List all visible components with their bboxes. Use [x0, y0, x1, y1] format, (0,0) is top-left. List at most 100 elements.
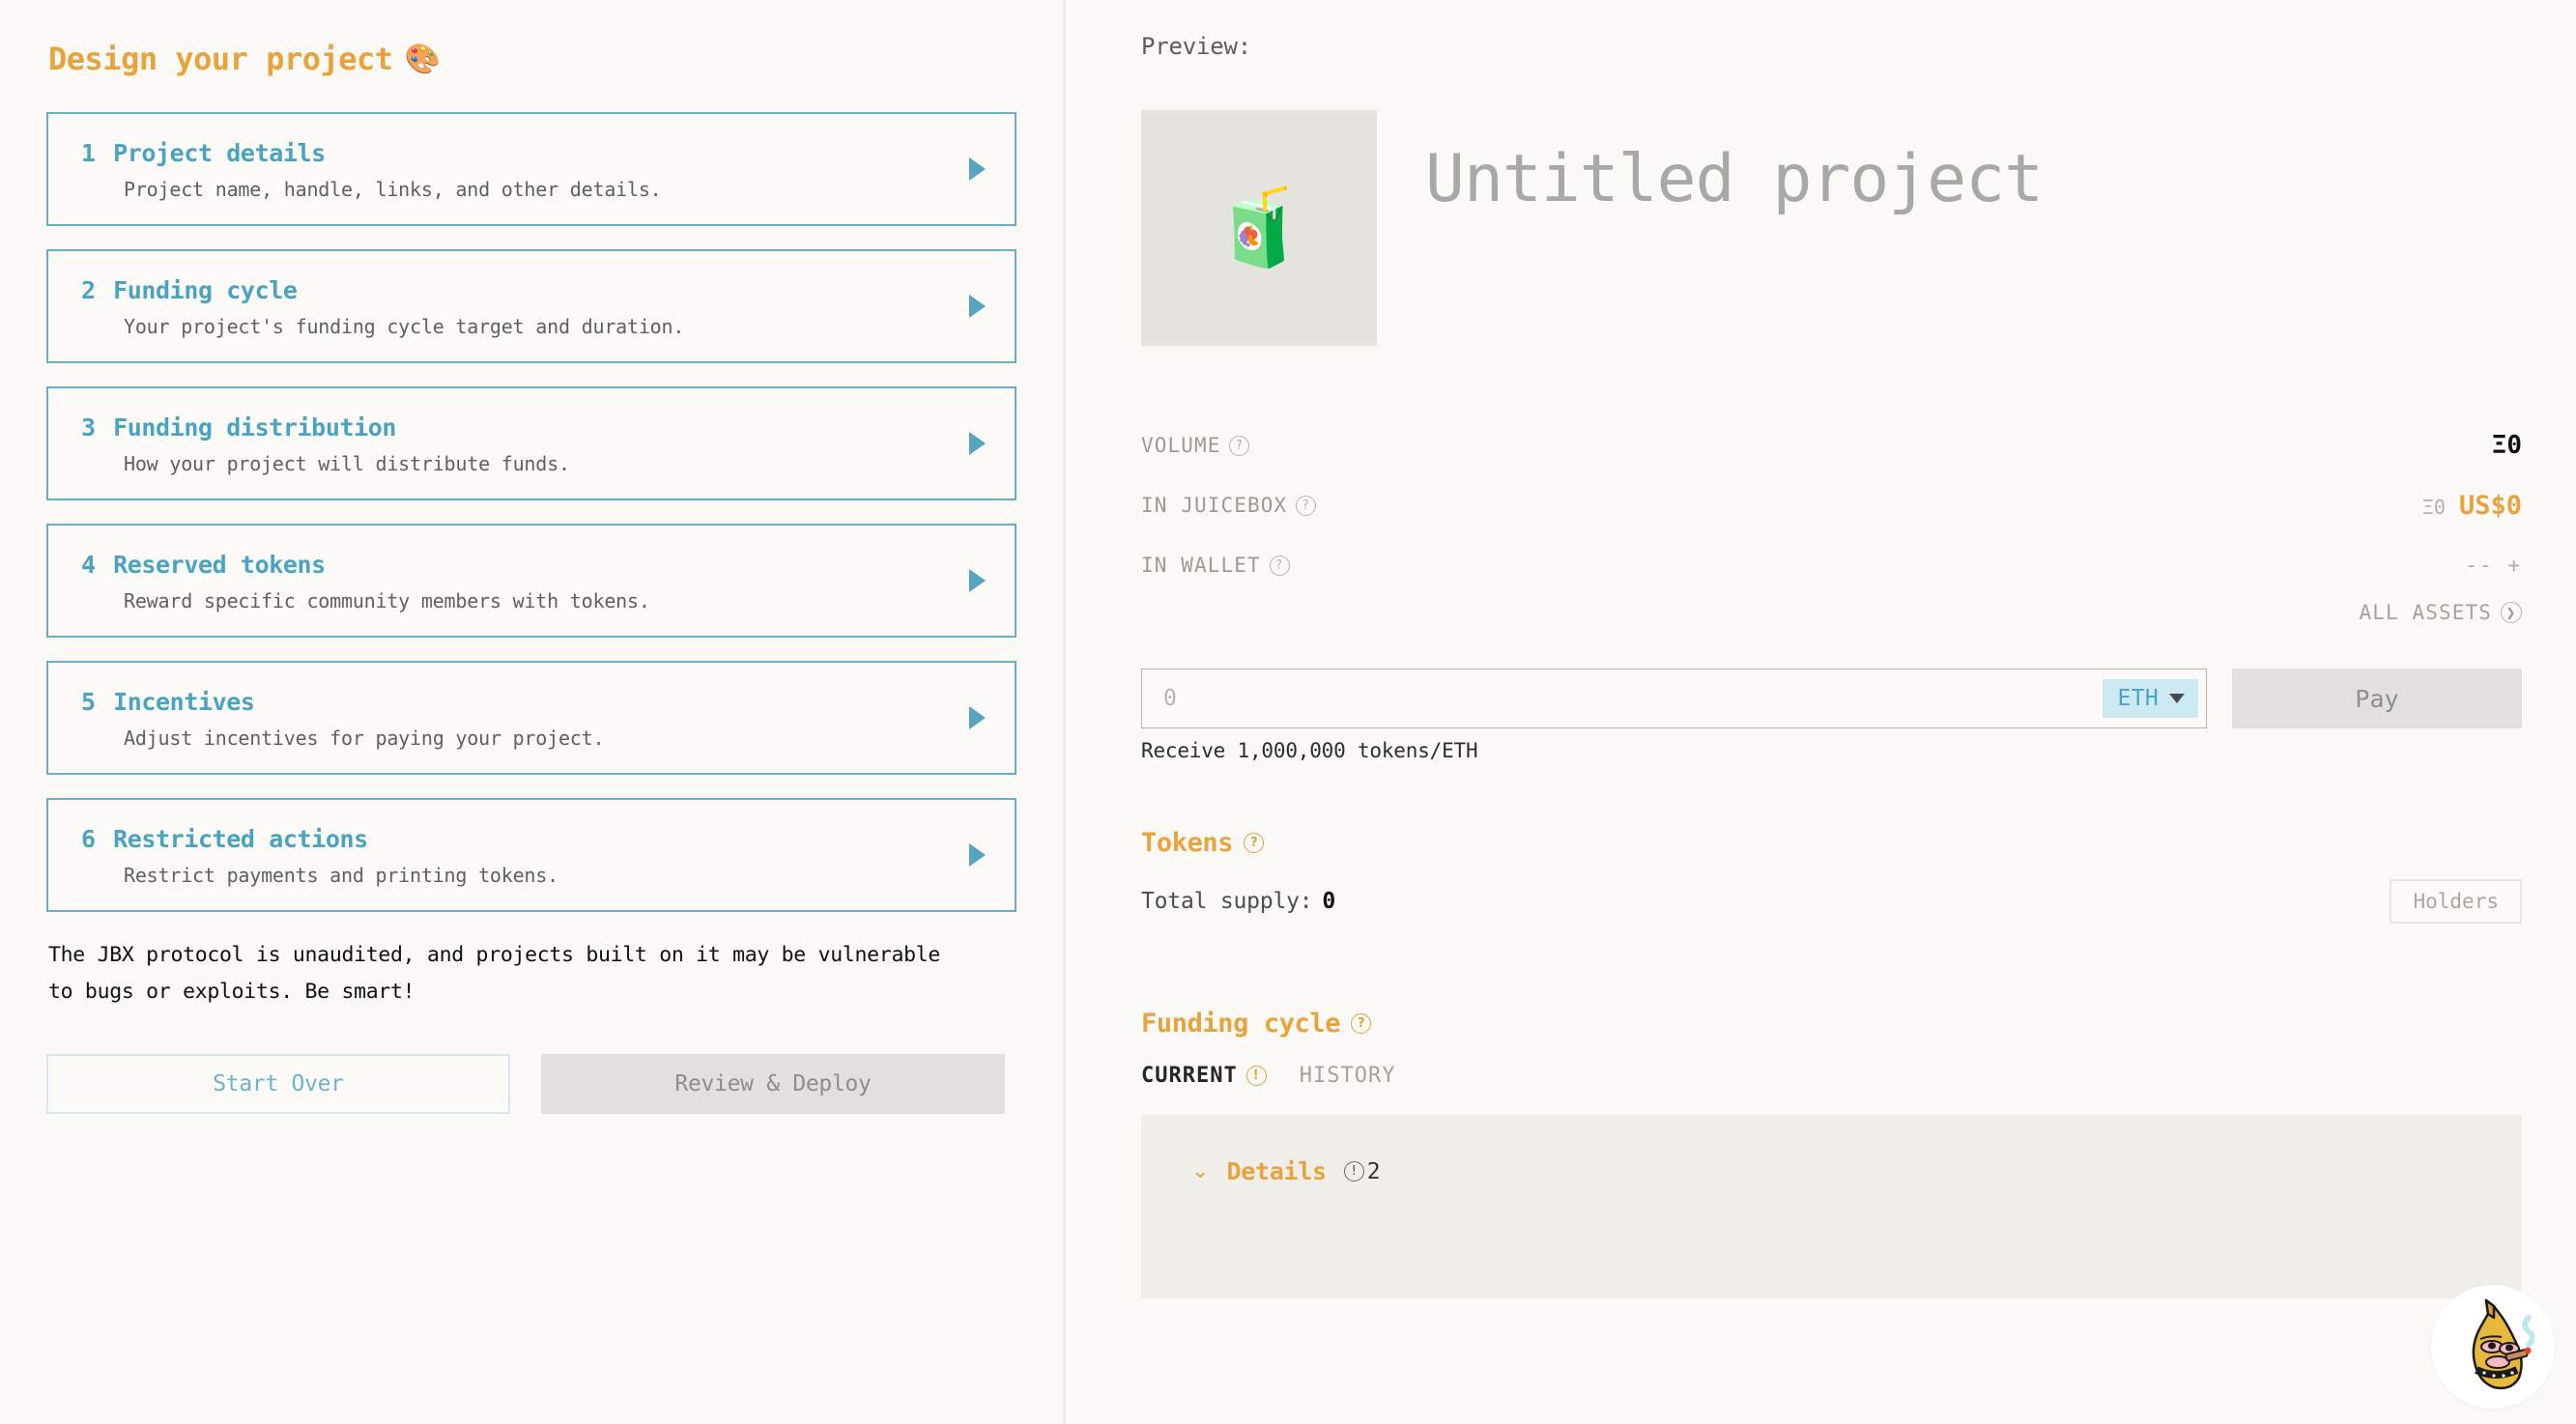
preview-label: Preview: [1141, 33, 1251, 60]
funding-cycle-tabs: CURRENT ! HISTORY [1141, 1064, 2522, 1088]
palette-icon: 🎨 [404, 42, 441, 76]
step-description: Restrict payments and printing tokens. [124, 864, 558, 887]
step-number: 4 [81, 551, 97, 579]
page-title: Design your project 🎨 [48, 41, 1016, 77]
step-card-project-details[interactable]: 1 Project details Project name, handle, … [46, 112, 1016, 226]
step-card-reserved-tokens[interactable]: 4 Reserved tokens Reward specific commun… [46, 524, 1016, 638]
help-icon[interactable]: ? [1229, 435, 1250, 456]
funding-cycle-heading-text: Funding cycle [1141, 1009, 1341, 1039]
step-number: 3 [81, 413, 97, 441]
stat-label-text: IN WALLET [1141, 554, 1261, 577]
stat-label-text: VOLUME [1141, 434, 1221, 457]
step-number: 6 [81, 825, 97, 853]
warning-icon: ! [1343, 1161, 1364, 1182]
warning-icon: ! [1245, 1066, 1267, 1086]
step-card-incentives[interactable]: 5 Incentives Adjust incentives for payin… [46, 661, 1016, 775]
juice-box-icon: 🧃 [1212, 185, 1306, 271]
funding-cycle-heading: Funding cycle ? [1141, 1009, 2522, 1039]
stat-row-volume: VOLUME ? Ξ0 [1141, 415, 2522, 475]
tab-history[interactable]: HISTORY [1300, 1064, 1396, 1088]
step-number: 5 [81, 688, 97, 716]
step-description: Reward specific community members with t… [124, 589, 650, 612]
project-logo: 🧃 [1141, 110, 1377, 346]
total-supply: Total supply: 0 [1141, 889, 1335, 914]
step-header: 3 Funding distribution [81, 413, 982, 441]
step-card-restricted-actions[interactable]: 6 Restricted actions Restrict payments a… [46, 798, 1016, 912]
step-header: 5 Incentives [81, 688, 982, 716]
chevron-right-icon[interactable] [969, 432, 986, 455]
step-number: 1 [81, 139, 97, 167]
all-assets-link[interactable]: ALL ASSETS ❯ [1141, 601, 2522, 624]
stat-value: Ξ0 [2492, 431, 2522, 460]
design-project-page: Design your project 🎨 1 Project details … [0, 0, 2576, 1424]
currency-label: ETH [2117, 686, 2159, 711]
start-over-button[interactable]: Start Over [46, 1054, 510, 1115]
step-description: Your project's funding cycle target and … [124, 315, 685, 338]
project-stats: VOLUME ? Ξ0 IN JUICEBOX ? Ξ0 US$0 IN WAL… [1141, 415, 2522, 624]
stat-label-text: IN JUICEBOX [1141, 494, 1288, 517]
step-header: 6 Restricted actions [81, 825, 982, 853]
review-deploy-button[interactable]: Review & Deploy [541, 1054, 1005, 1115]
design-panel: Design your project 🎨 1 Project details … [0, 0, 1066, 1424]
stat-row-in-juicebox: IN JUICEBOX ? Ξ0 US$0 [1141, 475, 2522, 535]
steps-list: 1 Project details Project name, handle, … [46, 112, 1016, 912]
step-title: Funding cycle [113, 276, 298, 304]
project-header: 🧃 Untitled project [1141, 110, 2522, 346]
total-supply-value: 0 [1322, 889, 1336, 914]
details-badge-group: ! 2 [1343, 1159, 1381, 1184]
pay-amount-field[interactable]: ETH [1141, 669, 2207, 728]
step-card-funding-cycle[interactable]: 2 Funding cycle Your project's funding c… [46, 249, 1016, 363]
banana-mascot-icon [2472, 1298, 2534, 1390]
step-title: Project details [113, 139, 326, 167]
juicebox-usd-value: US$0 [2458, 490, 2522, 521]
stat-label: IN WALLET ? [1141, 554, 1290, 577]
all-assets-label: ALL ASSETS [2359, 601, 2492, 624]
pay-row: ETH Pay [1141, 669, 2522, 728]
step-title: Funding distribution [113, 413, 397, 441]
protocol-warning: The JBX protocol is unaudited, and proje… [48, 943, 941, 1004]
tab-history-label: HISTORY [1299, 1064, 1396, 1088]
step-description: How your project will distribute funds. [124, 452, 570, 475]
currency-selector[interactable]: ETH [2102, 679, 2198, 718]
pay-amount-input[interactable] [1163, 686, 2103, 711]
help-icon[interactable]: ? [1296, 495, 1317, 516]
chevron-right-circle-icon: ❯ [2501, 602, 2522, 623]
step-description: Project name, handle, links, and other d… [124, 178, 662, 201]
total-supply-row: Total supply: 0 Holders [1141, 879, 2522, 924]
pay-button[interactable]: Pay [2232, 669, 2522, 728]
tab-current-label: CURRENT [1141, 1064, 1238, 1088]
tab-current[interactable]: CURRENT ! [1141, 1064, 1267, 1088]
tokens-heading: Tokens ? [1141, 828, 2522, 858]
step-title: Reserved tokens [113, 551, 326, 579]
step-number: 2 [81, 276, 97, 304]
mascot-button[interactable] [2431, 1285, 2555, 1409]
chevron-right-icon[interactable] [969, 157, 986, 181]
funding-cycle-card: ⌄ Details ! 2 [1141, 1115, 2522, 1298]
help-icon[interactable]: ? [1351, 1013, 1372, 1034]
chevron-down-icon: ⌄ [1191, 1158, 1210, 1183]
project-title: Untitled project [1425, 141, 2044, 217]
chevron-right-icon[interactable] [969, 569, 986, 592]
stat-value: Ξ0 US$0 [2422, 491, 2522, 521]
step-header: 4 Reserved tokens [81, 551, 982, 579]
holders-button[interactable]: Holders [2390, 879, 2522, 924]
receive-rate-note: Receive 1,000,000 tokens/ETH [1141, 739, 1478, 762]
chevron-right-icon[interactable] [969, 843, 986, 867]
stat-row-in-wallet: IN WALLET ? -- + [1141, 535, 2522, 595]
chevron-right-icon[interactable] [969, 295, 986, 318]
help-icon[interactable]: ? [1269, 555, 1290, 576]
chevron-right-icon[interactable] [969, 706, 986, 729]
funding-cycle-section: Funding cycle ? CURRENT ! HISTORY ⌄ Deta… [1141, 1009, 2522, 1298]
chevron-down-icon [2169, 694, 2185, 703]
step-header: 2 Funding cycle [81, 276, 982, 304]
tokens-heading-text: Tokens [1141, 828, 1234, 858]
step-card-funding-distribution[interactable]: 3 Funding distribution How your project … [46, 386, 1016, 500]
preview-panel: Preview: 🧃 Untitled project VOLUME ? Ξ0 … [1066, 0, 2576, 1424]
step-title: Incentives [113, 688, 255, 716]
step-header: 1 Project details [81, 139, 982, 167]
details-toggle[interactable]: ⌄ Details ! 2 [1191, 1157, 2472, 1185]
tokens-section: Tokens ? Total supply: 0 Holders [1141, 828, 2522, 924]
help-icon[interactable]: ? [1244, 833, 1265, 853]
juicebox-eth-value: Ξ0 [2421, 495, 2446, 519]
stat-label: IN JUICEBOX ? [1141, 494, 1317, 517]
